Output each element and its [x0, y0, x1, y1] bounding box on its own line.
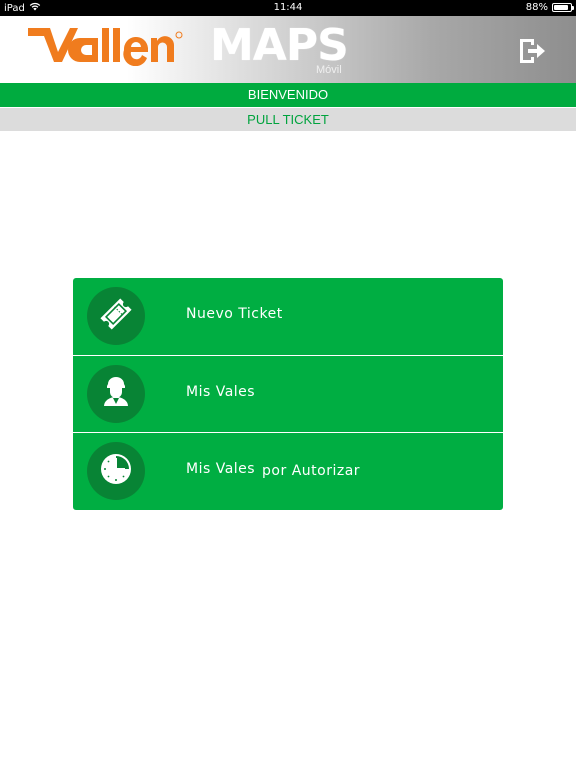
menu-item-label: Mis Vales [186, 384, 256, 400]
menu-item-label: Mis Vales por Autorizar [186, 461, 361, 479]
app-title: MAPS [210, 20, 349, 71]
menu-item-nuevo-ticket[interactable]: Nuevo Ticket [73, 278, 503, 355]
battery-fill [554, 5, 569, 10]
menu-item-mis-vales[interactable]: Mis Vales [73, 356, 503, 433]
battery-icon [552, 3, 574, 12]
logout-button[interactable] [515, 36, 549, 70]
main-menu: Nuevo Ticket Mis Vales Mis Vales por Aut… [73, 278, 503, 510]
clock-icon [96, 449, 136, 493]
worker-icon [96, 372, 136, 416]
status-time: 11:44 [273, 2, 303, 13]
section-title-bar: PULL TICKET [0, 108, 576, 131]
app-subtitle: Móvil [316, 64, 342, 76]
ticket-icon [96, 294, 136, 338]
menu-item-label: Nuevo Ticket [186, 306, 283, 322]
app-header: MAPS Móvil [0, 16, 576, 83]
logout-icon [517, 36, 547, 70]
battery-percent: 88% [525, 2, 548, 13]
status-bar: iPad 11:44 88% [0, 0, 576, 16]
menu-item-mis-vales-por-autorizar[interactable]: Mis Vales por Autorizar [73, 433, 503, 510]
menu-item-label-suffix: por Autorizar [262, 463, 361, 479]
vallen-logo [28, 26, 184, 70]
welcome-bar: BIENVENIDO [0, 83, 576, 107]
